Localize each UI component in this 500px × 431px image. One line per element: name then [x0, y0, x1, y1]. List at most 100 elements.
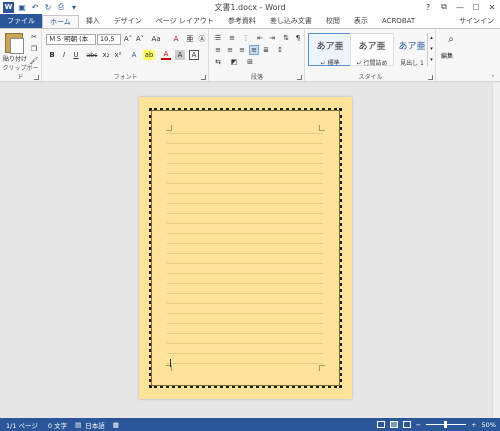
zoom-level[interactable]: 50%	[482, 421, 496, 429]
numbering-icon[interactable]: ≡	[227, 33, 237, 43]
strikethrough-button[interactable]: abc	[85, 50, 99, 60]
tab-mailings[interactable]: 差し込み文書	[263, 15, 319, 28]
tab-home[interactable]: ホーム	[42, 15, 79, 28]
font-launcher-icon[interactable]	[201, 75, 206, 80]
style-no-spacing[interactable]: あア亜 ↵ 行間詰め	[350, 33, 394, 67]
document-page[interactable]	[139, 97, 352, 399]
shading-icon[interactable]: ◩	[229, 57, 239, 67]
style-name: ↵ 行間詰め	[356, 60, 388, 67]
char-border-button[interactable]: A	[189, 50, 199, 60]
tab-file[interactable]: ファイル	[0, 14, 42, 28]
customize-qat-icon[interactable]: ▾	[69, 2, 79, 12]
collapse-ribbon-icon[interactable]: ˄	[488, 73, 498, 83]
bullets-icon[interactable]: ☰	[213, 33, 223, 43]
styles-scroll[interactable]: ▴ ▾ ▾	[427, 33, 435, 66]
ruled-line	[167, 283, 323, 284]
align-right-icon[interactable]: ≡	[237, 45, 247, 55]
styles-launcher-icon[interactable]	[428, 75, 433, 80]
tab-review[interactable]: 校閲	[319, 15, 347, 28]
text-cursor	[170, 359, 171, 367]
ruled-line	[167, 233, 323, 234]
print-icon[interactable]: ⎙	[56, 2, 66, 12]
style-sample: あア亜	[316, 42, 344, 52]
web-layout-icon[interactable]	[402, 421, 411, 428]
word-count[interactable]: 0 文字	[38, 420, 67, 430]
print-layout-icon[interactable]	[389, 421, 398, 428]
zoom-slider[interactable]	[426, 421, 467, 428]
proofing-icon[interactable]: ▤	[67, 421, 81, 429]
italic-button[interactable]: I	[59, 50, 69, 60]
zoom-out-button[interactable]: −	[416, 421, 421, 429]
ruled-line	[167, 163, 323, 164]
ruled-line	[167, 183, 323, 184]
multilevel-list-icon[interactable]: ⋮	[241, 33, 251, 43]
page-count[interactable]: 1/1 ページ	[0, 420, 38, 430]
char-shading-button[interactable]: A	[175, 50, 185, 60]
change-case-button[interactable]: Aa	[149, 34, 163, 44]
align-left-icon[interactable]: ≡	[213, 45, 223, 55]
binoculars-icon[interactable]: ⌕	[446, 34, 456, 45]
font-color-button[interactable]: A	[161, 50, 171, 60]
tab-page-layout[interactable]: ページ レイアウト	[149, 15, 221, 28]
save-icon[interactable]: ▣	[17, 2, 27, 12]
superscript-button[interactable]: x²	[113, 50, 123, 60]
clipboard-launcher-icon[interactable]	[34, 75, 39, 80]
zoom-in-button[interactable]: +	[471, 421, 476, 429]
help-button[interactable]: ?	[420, 0, 436, 14]
paste-button-label[interactable]: 貼り付け	[3, 54, 27, 63]
font-size-combo[interactable]: 10.5	[97, 34, 121, 45]
close-button[interactable]: ✕	[484, 0, 500, 14]
distributed-icon[interactable]: ≣	[261, 45, 271, 55]
shrink-font-button[interactable]: A˅	[135, 34, 145, 44]
ruled-line	[167, 213, 323, 214]
macro-record-icon[interactable]: ▦	[105, 421, 119, 429]
zoom-slider-thumb[interactable]	[444, 421, 448, 428]
undo-icon[interactable]: ↶	[30, 2, 40, 12]
ruled-line	[167, 243, 323, 244]
tab-design[interactable]: デザイン	[107, 15, 149, 28]
tab-insert[interactable]: 挿入	[79, 15, 107, 28]
clear-format-button[interactable]: A	[171, 34, 181, 44]
asian-layout-icon[interactable]: ⇆	[213, 57, 223, 67]
enclose-char-icon[interactable]: Ⓐ	[197, 34, 207, 44]
increase-indent-icon[interactable]: ⇥	[267, 33, 277, 43]
cut-icon[interactable]: ✂	[29, 32, 39, 42]
tab-references[interactable]: 参考資料	[221, 15, 263, 28]
vertical-scrollbar[interactable]	[492, 83, 500, 418]
tab-acrobat[interactable]: ACROBAT	[375, 15, 422, 28]
ribbon-display-button[interactable]: ⧉	[436, 0, 452, 14]
show-marks-icon[interactable]: ¶	[293, 33, 303, 43]
maximize-button[interactable]: ☐	[468, 0, 484, 14]
ruled-line	[167, 223, 323, 224]
align-center-icon[interactable]: ≡	[225, 45, 235, 55]
redo-icon[interactable]: ↻	[43, 2, 53, 12]
minimize-button[interactable]: —	[452, 0, 468, 14]
read-mode-icon[interactable]	[376, 421, 385, 428]
justify-icon[interactable]: ≡	[249, 45, 259, 55]
borders-icon[interactable]: ⊞	[245, 57, 255, 67]
underline-button[interactable]: U	[71, 50, 81, 60]
signin-link[interactable]: サインイン	[459, 16, 494, 26]
title-bar: W ▣ ↶ ↻ ⎙ ▾ 文書1.docx - Word ? ⧉ — ☐ ✕	[0, 0, 500, 14]
font-group-label: フォント	[113, 74, 138, 81]
word-logo-icon[interactable]: W	[3, 1, 14, 13]
style-normal[interactable]: あア亜 ↵ 標準	[308, 33, 352, 67]
line-spacing-icon[interactable]: ↕	[275, 45, 285, 55]
text-effects-button[interactable]: A	[129, 50, 139, 60]
decrease-indent-icon[interactable]: ⇤	[255, 33, 265, 43]
tab-view[interactable]: 表示	[347, 15, 375, 28]
phonetic-guide-icon[interactable]: 亜	[185, 34, 195, 44]
paragraph-launcher-icon[interactable]	[297, 75, 302, 80]
subscript-button[interactable]: x₂	[101, 50, 111, 60]
bold-button[interactable]: B	[47, 50, 57, 60]
grow-font-button[interactable]: A˄	[123, 34, 133, 44]
paste-icon[interactable]	[5, 33, 24, 54]
copy-icon[interactable]: ❐	[29, 44, 39, 54]
highlight-button[interactable]: ab	[143, 50, 155, 60]
language[interactable]: 日本語	[81, 420, 105, 430]
sort-icon[interactable]: ⇅	[281, 33, 291, 43]
font-name-combo[interactable]: ＭＳ 明朝 (本	[46, 34, 96, 45]
editing-group[interactable]: ⌕ 編集	[437, 29, 465, 83]
ruled-line	[167, 173, 323, 174]
editing-label: 編集	[441, 53, 454, 60]
